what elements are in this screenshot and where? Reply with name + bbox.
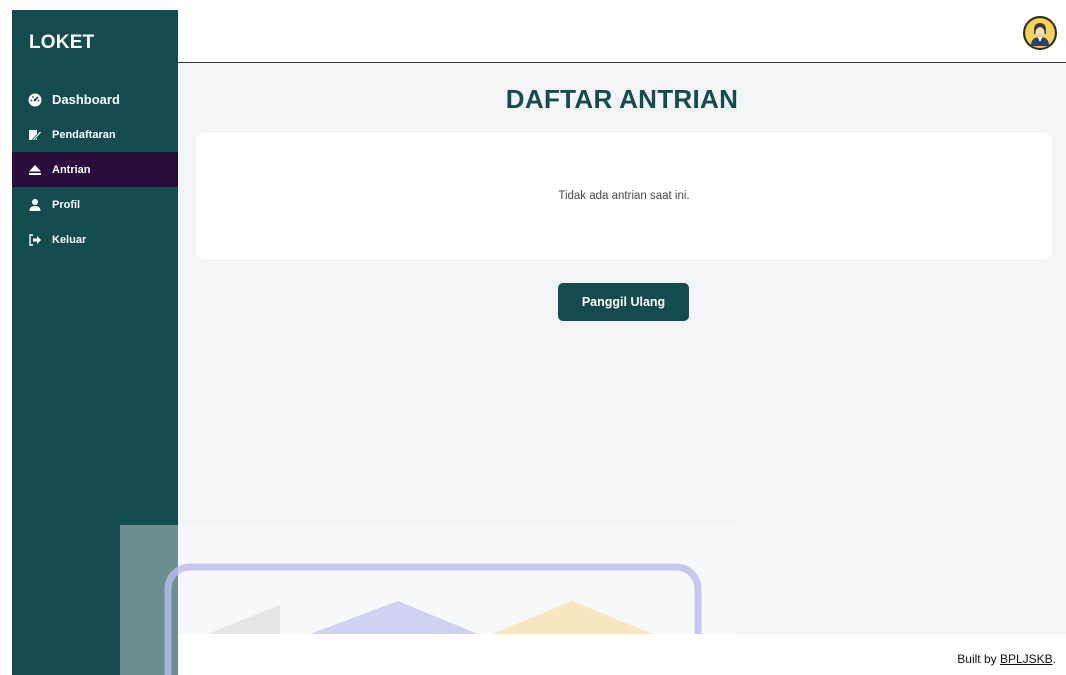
page-title: DAFTAR ANTRIAN [505, 84, 739, 114]
queue-card: Tidak ada antrian saat ini. [196, 133, 1052, 259]
footer-suffix: . [1052, 652, 1056, 666]
sidebar-item-profil[interactable]: Profil [12, 187, 178, 222]
footer-credit: Built by BPLJSKB. [957, 652, 1056, 666]
sidebar-item-label: Pendaftaran [52, 128, 116, 141]
sidebar-item-antrian[interactable]: Antrian [12, 152, 178, 187]
user-avatar-icon[interactable] [1023, 16, 1057, 50]
tachometer-icon [28, 93, 42, 107]
footer-link[interactable]: BPLJSKB [1000, 652, 1053, 666]
sidebar-item-keluar[interactable]: Keluar [12, 222, 178, 257]
sidebar-nav: Dashboard Pendaftaran Antrian Profil Kel… [12, 82, 178, 257]
edit-icon [28, 128, 42, 142]
sidebar-item-pendaftaran[interactable]: Pendaftaran [12, 117, 178, 152]
eject-icon [28, 163, 42, 177]
footer: Built by BPLJSKB. [178, 634, 1066, 675]
user-icon [28, 198, 42, 212]
app-frame: LOKET Dashboard Pendaftaran Antrian Prof… [12, 10, 1066, 675]
top-header [178, 10, 1066, 63]
recall-button[interactable]: Panggil Ulang [558, 283, 689, 321]
sidebar-item-label: Dashboard [52, 92, 120, 107]
sidebar-item-label: Antrian [52, 163, 91, 176]
empty-queue-message: Tidak ada antrian saat ini. [558, 190, 690, 202]
sign-out-icon [28, 233, 42, 247]
footer-prefix: Built by [957, 652, 1000, 666]
sidebar-item-label: Profil [52, 198, 81, 211]
sidebar-item-label: Keluar [52, 233, 87, 246]
brand-title: LOKET [29, 32, 95, 53]
sidebar-item-dashboard[interactable]: Dashboard [12, 82, 178, 117]
